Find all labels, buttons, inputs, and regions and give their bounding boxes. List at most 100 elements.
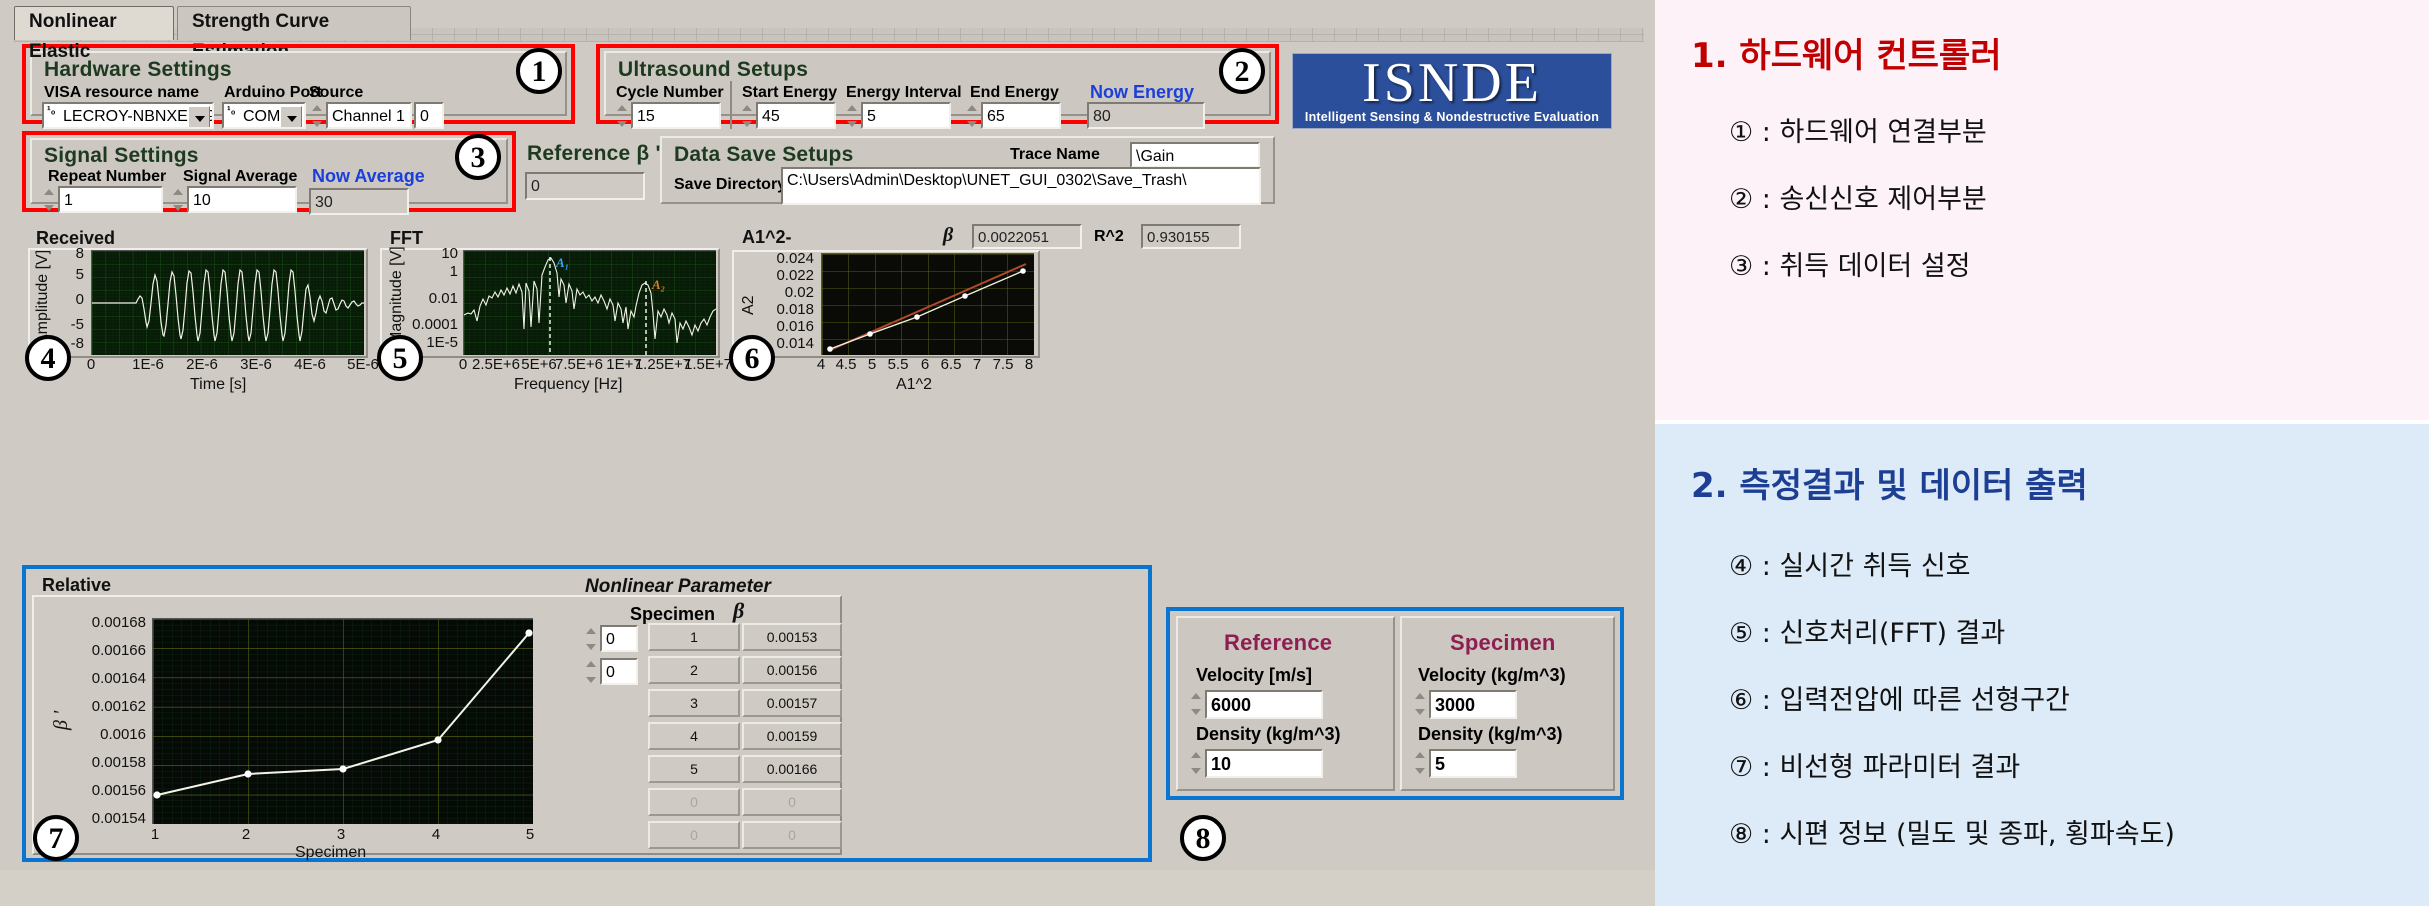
start-energy-spinner[interactable] <box>739 102 756 130</box>
marker-1: 1 <box>516 48 562 94</box>
hardware-settings-cluster: Hardware Settings VISA resource name Ard… <box>30 51 567 129</box>
marker-6: 6 <box>729 335 775 381</box>
legend-card2-item: ⑦ : 비선형 파라미터 결과 <box>1729 752 2021 783</box>
raw-signal-plot[interactable] <box>91 250 364 355</box>
arduino-port-dropdown[interactable]: ¹₀ COM10 <box>222 102 306 129</box>
marker-3: 3 <box>455 134 501 180</box>
table-row[interactable]: 0 <box>648 788 740 816</box>
start-energy-label: Start Energy <box>742 84 838 101</box>
specimen-velocity-spinner[interactable] <box>1412 690 1429 718</box>
now-energy-label: Now Energy <box>1090 82 1195 102</box>
raw-signal-svg <box>92 251 364 355</box>
table-row[interactable]: 0 <box>742 788 842 816</box>
lin-ytick: 0.016 <box>776 318 814 335</box>
reference-title: Reference <box>1224 630 1333 655</box>
repeat-number-field[interactable]: 1 <box>58 186 163 213</box>
signal-average-label: Signal Average <box>183 168 298 185</box>
table-index-top-spinner[interactable] <box>583 625 600 653</box>
end-energy-field[interactable]: 65 <box>981 102 1061 129</box>
rnp-xtick: 3 <box>336 826 346 843</box>
table-index-bottom-field[interactable]: 0 <box>600 658 638 685</box>
now-average-field: 30 <box>309 188 409 215</box>
ultrasound-setups-title: Ultrasound Setups <box>618 58 809 81</box>
table-row[interactable]: 1 <box>648 623 740 651</box>
chevron-down-icon[interactable] <box>280 106 302 127</box>
marker-7: 7 <box>33 815 79 861</box>
legend-column: 1. 하드웨어 컨트롤러 ① : 하드웨어 연결부분 ② : 송신신호 제어부분… <box>1655 0 2429 906</box>
table-row[interactable]: 3 <box>648 689 740 717</box>
table-row[interactable]: 0 <box>648 821 740 849</box>
tab-strength-curve-estimation[interactable]: Strength Curve Estimation <box>177 6 411 62</box>
data-save-setups-cluster: Data Save Setups Trace Name \Gain Save D… <box>660 136 1275 205</box>
fft-annotation-a2: A₂ <box>651 277 665 292</box>
reference-velocity-field[interactable]: 6000 <box>1205 690 1323 719</box>
fft-annotation-a1: A₁ <box>555 255 569 270</box>
tab-nonlinear-elastic[interactable]: Nonlinear Elastic <box>14 6 174 62</box>
table-row[interactable]: 0.00166 <box>742 755 842 783</box>
repeat-number-spinner[interactable] <box>41 186 58 214</box>
legend-card1-title: 1. 하드웨어 컨트롤러 <box>1691 36 2002 76</box>
signal-average-field[interactable]: 10 <box>187 186 297 213</box>
reference-density-spinner[interactable] <box>1188 749 1205 777</box>
table-row[interactable]: 2 <box>648 656 740 684</box>
lin-ytick: 0.02 <box>784 284 814 301</box>
cycle-number-field[interactable]: 15 <box>631 102 721 129</box>
specimen-velocity-field[interactable]: 3000 <box>1429 690 1517 719</box>
raw-signal-xlabel: Time [s] <box>190 376 247 393</box>
chevron-down-icon[interactable] <box>188 106 210 127</box>
rnp-plot[interactable] <box>152 618 533 824</box>
fft-plot[interactable]: A₁ A₂ <box>463 250 716 355</box>
energy-interval-field[interactable]: 5 <box>861 102 951 129</box>
linear-relation-plot[interactable] <box>821 253 1034 355</box>
table-row[interactable]: 0.00157 <box>742 689 842 717</box>
raw-ytick: 0 <box>75 291 84 308</box>
visa-resource-dropdown[interactable]: ¹₀ LECROY-NBNXE4T9 <box>42 102 214 129</box>
lin-ytick: 0.022 <box>776 267 814 284</box>
fft-ytick: 1 <box>449 263 458 280</box>
end-energy-spinner[interactable] <box>964 102 981 130</box>
energy-interval-spinner[interactable] <box>844 102 861 130</box>
table-row[interactable]: 0 <box>742 821 842 849</box>
marker-8: 8 <box>1180 815 1226 861</box>
legend-card2-title: 2. 측정결과 및 데이터 출력 <box>1691 466 2088 506</box>
isnde-logo-text: ISNDE <box>1362 53 1542 114</box>
specimen-density-spinner[interactable] <box>1412 749 1429 777</box>
reference-velocity-spinner[interactable] <box>1188 690 1205 718</box>
lin-xtick: 8 <box>1024 356 1034 373</box>
cycle-number-spinner[interactable] <box>614 102 631 130</box>
fft-ytick: 0.0001 <box>412 316 458 333</box>
legend-card1-item: ③ : 취득 데이터 설정 <box>1729 251 1971 282</box>
table-row[interactable]: 4 <box>648 722 740 750</box>
source-index-field[interactable]: 0 <box>414 102 444 129</box>
table-row[interactable]: 0.00153 <box>742 623 842 651</box>
specimen-density-field[interactable]: 5 <box>1429 749 1517 778</box>
marker-4: 4 <box>25 335 71 381</box>
reference-density-field[interactable]: 10 <box>1205 749 1323 778</box>
legend-card1-item: ② : 송신신호 제어부분 <box>1729 184 1987 215</box>
start-energy-field[interactable]: 45 <box>756 102 836 129</box>
rnp-xtick: 4 <box>431 826 441 843</box>
cycle-number-label: Cycle Number <box>616 84 724 101</box>
raw-xtick: 0 <box>86 356 96 373</box>
specimen-material-cluster: Specimen Velocity (kg/m^3) 3000 Density … <box>1400 616 1615 791</box>
table-index-bottom-spinner[interactable] <box>583 658 600 686</box>
marker-2: 2 <box>1219 48 1265 94</box>
raw-ytick: -5 <box>70 316 84 333</box>
source-spinner[interactable] <box>309 102 326 130</box>
arduino-port-label: Arduino Port <box>224 84 322 101</box>
signal-average-spinner[interactable] <box>170 186 187 214</box>
ultrasound-setups-cluster: Ultrasound Setups Cycle Number 15 Start … <box>604 51 1271 129</box>
table-row[interactable]: 0.00156 <box>742 656 842 684</box>
io-ring-glyph: ¹₀ <box>227 105 236 117</box>
table-row[interactable]: 5 <box>648 755 740 783</box>
legend-card2-item: ⑤ : 신호처리(FFT) 결과 <box>1729 618 2006 649</box>
screenshot-root: Nonlinear Elastic Strength Curve Estimat… <box>0 0 2429 906</box>
table-index-top-field[interactable]: 0 <box>600 625 638 652</box>
table-row[interactable]: 0.00159 <box>742 722 842 750</box>
save-directory-field[interactable]: C:\Users\Admin\Desktop\UNET_GUI_0302\Sav… <box>781 167 1261 205</box>
repeat-number-label: Repeat Number <box>48 168 167 185</box>
trace-name-field[interactable]: \Gain <box>1130 142 1260 168</box>
raw-ytick: 8 <box>75 245 84 262</box>
rnp-ytick: 0.00168 <box>91 614 146 631</box>
source-value-field[interactable]: Channel 1 <box>326 102 412 129</box>
